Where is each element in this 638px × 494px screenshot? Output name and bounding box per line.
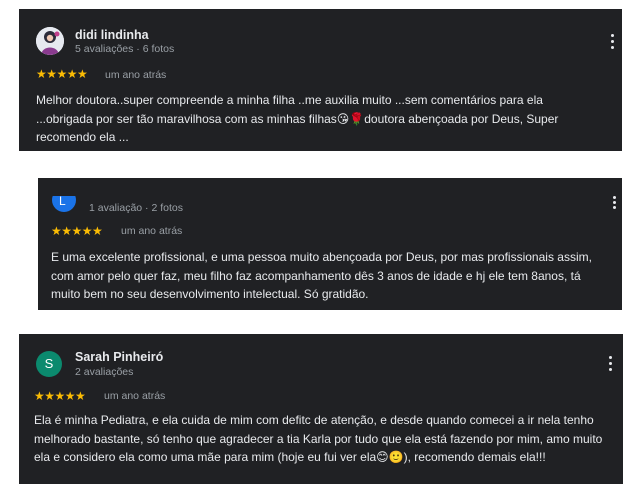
review-text: Ela é minha Pediatra, e ela cuida de mim… <box>34 413 603 464</box>
review-text: E uma excelente profissional, e uma pess… <box>51 250 592 301</box>
reviewer-meta: 1 avaliação · 2 fotos <box>89 202 183 214</box>
review-time: um ano atrás <box>104 390 166 402</box>
reviewer-avatar-letter: L <box>59 194 66 208</box>
reviewer-name[interactable]: didi lindinha <box>75 28 149 42</box>
more-options-icon[interactable] <box>613 196 617 212</box>
star-rating: ★★★★★ <box>34 389 86 403</box>
review-card: L 1 avaliação · 2 fotos ★★★★★ um ano atr… <box>38 178 622 310</box>
more-options-icon[interactable] <box>609 356 613 372</box>
reviewer-meta: 2 avaliações <box>75 366 134 378</box>
review-time: um ano atrás <box>121 225 183 237</box>
star-rating: ★★★★★ <box>36 67 88 81</box>
review-text: Melhor doutora..super compreende a minha… <box>36 93 559 144</box>
star-rating: ★★★★★ <box>51 224 103 238</box>
review-time: um ano atrás <box>105 69 167 81</box>
reviewer-name[interactable]: Sarah Pinheiró <box>75 350 163 364</box>
review-card: didi lindinha 5 avaliações · 6 fotos ★★★… <box>19 9 622 151</box>
reviewer-avatar-photo[interactable] <box>36 27 64 55</box>
more-options-icon[interactable] <box>611 34 615 50</box>
avatar-image-icon <box>36 27 64 55</box>
reviewer-meta: 5 avaliações · 6 fotos <box>75 43 175 55</box>
review-card: S Sarah Pinheiró 2 avaliações ★★★★★ um a… <box>19 334 623 484</box>
reviewer-avatar-letter: S <box>44 356 54 371</box>
